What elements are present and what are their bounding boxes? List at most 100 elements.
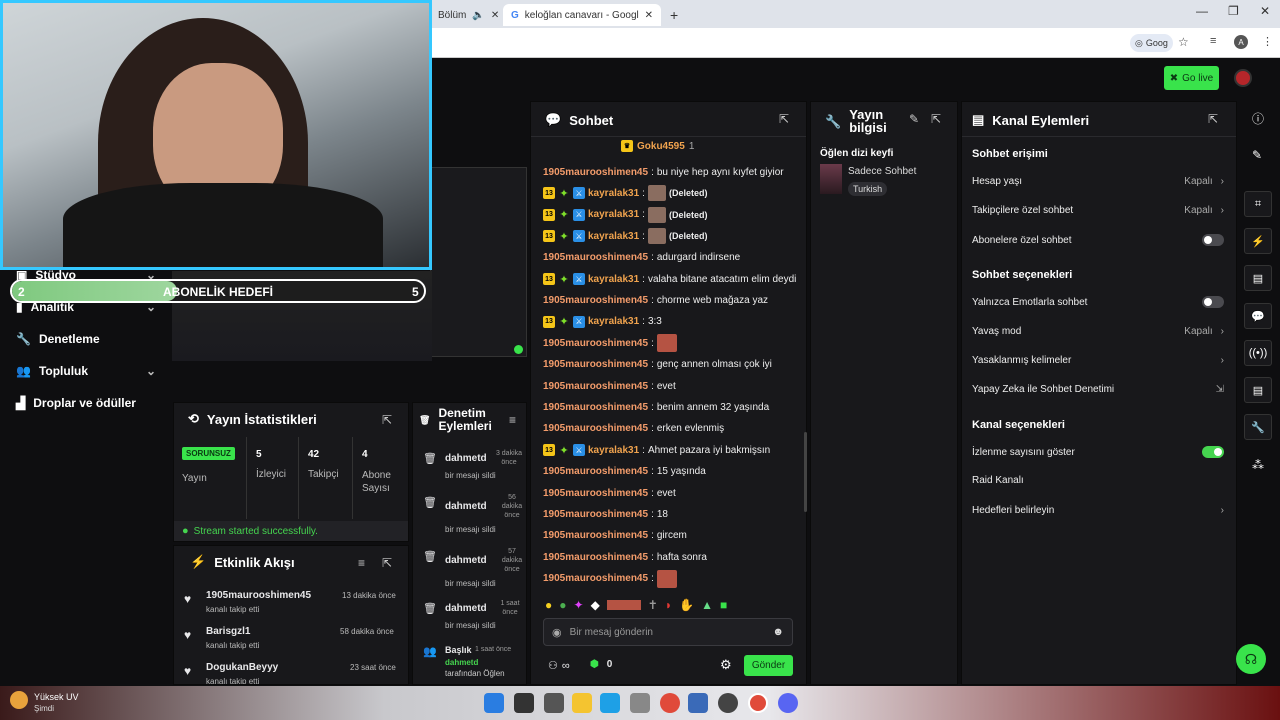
weather-icon[interactable]: [10, 691, 28, 709]
emote-only-toggle[interactable]: [1202, 296, 1224, 308]
chat-username[interactable]: 1905maurooshimen45: [543, 488, 648, 499]
go-live-button[interactable]: ✖ Go live: [1164, 66, 1219, 90]
user-avatar[interactable]: [1234, 69, 1252, 87]
lens-chip[interactable]: ◎ Goog: [1130, 34, 1173, 52]
chat-username[interactable]: 1905maurooshimen45: [543, 252, 648, 263]
edge-icon[interactable]: [600, 693, 620, 713]
store-icon[interactable]: [630, 693, 650, 713]
nav-moderation[interactable]: 🔧 Denetleme: [16, 332, 156, 346]
mod-user[interactable]: dahmetd: [445, 555, 487, 566]
nav-community[interactable]: 👥 Topluluk ⌄: [16, 364, 156, 378]
send-button[interactable]: Gönder: [744, 655, 793, 676]
chat-username[interactable]: 1905maurooshimen45: [543, 423, 648, 434]
chat-username[interactable]: 1905maurooshimen45: [543, 573, 648, 584]
bookmark-star-icon[interactable]: ☆: [1178, 35, 1189, 49]
rail-lightning-icon[interactable]: ⚡: [1244, 228, 1272, 254]
chat-username[interactable]: 1905maurooshimen45: [543, 295, 648, 306]
chat-username[interactable]: 1905maurooshimen45: [543, 466, 648, 477]
emote-icon[interactable]: ■: [720, 598, 727, 612]
slow-mode-row[interactable]: Yavaş mod Kapalı ›: [972, 326, 1224, 337]
emote-icon[interactable]: ◗: [665, 598, 672, 612]
category-name[interactable]: Sadece Sohbet: [848, 166, 916, 177]
minimize-button[interactable]: —: [1196, 4, 1208, 18]
obs-icon[interactable]: [718, 693, 738, 713]
profile-avatar[interactable]: A: [1234, 35, 1248, 49]
activity-user[interactable]: Barisgzl1: [206, 626, 250, 637]
emote-icon[interactable]: ●: [545, 598, 552, 612]
close-window-button[interactable]: ✕: [1260, 4, 1270, 18]
filter-icon[interactable]: ≡: [358, 556, 365, 570]
support-headset-button[interactable]: ☊: [1236, 644, 1266, 674]
chrome-active-icon[interactable]: [748, 693, 768, 713]
banned-words-row[interactable]: Yasaklanmış kelimeler ›: [972, 355, 1224, 366]
activity-user[interactable]: DogukanBeyyy: [206, 662, 278, 673]
show-viewcount-toggle[interactable]: [1202, 446, 1224, 458]
task-view-icon[interactable]: [544, 693, 564, 713]
more-apps-icon[interactable]: ⁂: [1252, 458, 1264, 472]
chat-username[interactable]: 1905maurooshimen45: [543, 381, 648, 392]
nav-drops-rewards[interactable]: ▟ Droplar ve ödüller: [16, 396, 156, 410]
rail-capture-icon[interactable]: ⌗: [1244, 191, 1272, 217]
followers-only-row[interactable]: Takipçilere özel sohbet Kapalı ›: [972, 205, 1224, 216]
close-icon[interactable]: ✕: [491, 10, 499, 21]
raid-channel-row[interactable]: Raid Kanalı: [972, 475, 1224, 486]
emote-icon[interactable]: [606, 600, 641, 610]
menu-dots-icon[interactable]: ⋮: [1262, 35, 1273, 48]
chat-username[interactable]: kayralak31: [588, 445, 639, 456]
reading-list-icon[interactable]: ≡: [1210, 35, 1216, 47]
close-icon[interactable]: ✕: [645, 10, 653, 21]
rail-document-icon[interactable]: ▤: [1244, 265, 1272, 291]
chat-username[interactable]: kayralak31: [588, 188, 639, 199]
chat-username[interactable]: 1905maurooshimen45: [543, 509, 648, 520]
rail-chat-icon[interactable]: 💬: [1244, 303, 1272, 329]
rail-wrench-icon[interactable]: 🔧: [1244, 414, 1272, 440]
popout-icon[interactable]: ⇱: [779, 112, 789, 126]
emote-icon[interactable]: ▲: [701, 598, 713, 612]
popout-icon[interactable]: ⇱: [931, 112, 941, 126]
set-goals-row[interactable]: Hedefleri belirleyin ›: [972, 505, 1224, 516]
filter-icon[interactable]: ≡: [509, 413, 516, 427]
chat-username[interactable]: 1905maurooshimen45: [543, 530, 648, 541]
mod-user[interactable]: dahmetd: [445, 453, 487, 464]
search-icon[interactable]: [514, 693, 534, 713]
channel-points[interactable]: ⬢ 0: [590, 659, 612, 670]
chat-input[interactable]: ◉ Bir mesaj gönderin ☻: [543, 618, 793, 646]
ai-moderation-row[interactable]: Yapay Zeka ile Sohbet Denetimi ⇲: [972, 384, 1224, 395]
emote-icon[interactable]: ✝: [648, 598, 658, 612]
emote-icon[interactable]: ◆: [591, 598, 600, 612]
chat-username[interactable]: kayralak31: [588, 316, 639, 327]
edit-pencil-icon[interactable]: ✎: [1252, 148, 1262, 162]
rail-broadcast-icon[interactable]: ((•)): [1244, 340, 1272, 366]
chat-username[interactable]: kayralak31: [588, 209, 639, 220]
chat-settings-gear-icon[interactable]: ⚙: [720, 657, 732, 673]
chrome-icon[interactable]: [660, 693, 680, 713]
file-explorer-icon[interactable]: [572, 693, 592, 713]
popout-icon[interactable]: ⇱: [1208, 112, 1218, 126]
tab-google-search[interactable]: G keloğlan canavarı - Google Sea ✕: [503, 4, 661, 26]
pinned-gifter[interactable]: ♛ Goku4595 1: [621, 140, 694, 152]
discord-icon[interactable]: [778, 693, 798, 713]
popout-icon[interactable]: ⇱: [382, 556, 392, 570]
category-thumbnail[interactable]: [820, 164, 842, 194]
tab-bolum[interactable]: Bölüm 🔈 ✕: [430, 4, 507, 26]
mod-user[interactable]: dahmetd: [445, 658, 478, 667]
info-icon[interactable]: ⓘ: [1252, 110, 1264, 127]
emote-icon[interactable]: ✋: [679, 598, 694, 612]
chat-username[interactable]: kayralak31: [588, 231, 639, 242]
account-age-row[interactable]: Hesap yaşı Kapalı ›: [972, 176, 1224, 187]
emote-icon[interactable]: ●: [559, 598, 566, 612]
maximize-button[interactable]: ❐: [1228, 4, 1239, 18]
chat-username[interactable]: 1905maurooshimen45: [543, 402, 648, 413]
vscode-icon[interactable]: [688, 693, 708, 713]
mod-user[interactable]: dahmetd: [445, 603, 487, 614]
mod-user[interactable]: dahmetd: [445, 501, 487, 512]
chat-features[interactable]: ⚇ ∞: [548, 659, 570, 673]
chat-username[interactable]: 1905maurooshimen45: [543, 359, 648, 370]
chat-scrollbar[interactable]: [804, 432, 807, 512]
edit-pencil-icon[interactable]: ✎: [909, 112, 919, 126]
activity-user[interactable]: 1905maurooshimen45: [206, 590, 311, 601]
popout-icon[interactable]: ⇱: [382, 413, 392, 427]
chat-username[interactable]: 1905maurooshimen45: [543, 552, 648, 563]
chat-username[interactable]: 1905maurooshimen45: [543, 338, 648, 349]
rail-actions-icon[interactable]: ▤: [1244, 377, 1272, 403]
